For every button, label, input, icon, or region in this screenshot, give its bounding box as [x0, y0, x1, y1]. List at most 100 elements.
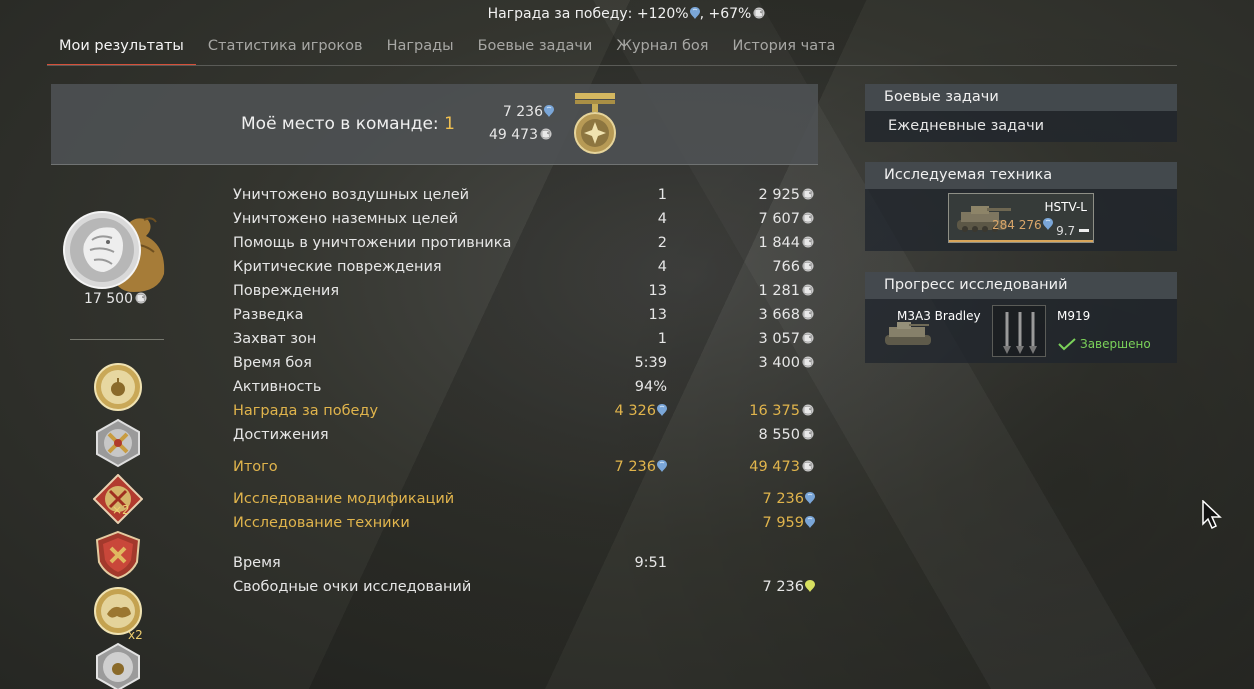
- total-rp: 7 236: [614, 459, 667, 475]
- stat-row-assists: Помощь в уничтожении противника 2 1 844: [233, 235, 815, 257]
- stat-count: 4: [657, 259, 667, 275]
- research-progress-body: M3A3 Bradley M919 Завершено: [865, 299, 1177, 363]
- free-research-points-icon: [805, 580, 815, 592]
- stat-count: 1: [657, 331, 667, 347]
- stat-reward-value: 2 925: [758, 187, 800, 203]
- stat-label: Награда за победу: [233, 403, 379, 419]
- stat-label: Критические повреждения: [233, 259, 442, 275]
- team-place-value: 1: [444, 114, 455, 134]
- research-progress-bar: [949, 240, 1093, 242]
- research-points-icon: [1043, 218, 1053, 230]
- ammo-icon: [1003, 312, 1037, 354]
- stat-row-achievements: Достижения 8 550: [233, 427, 815, 449]
- research-points-icon: [805, 492, 815, 504]
- place-rp-value: 7 236: [502, 104, 543, 120]
- research-value-number: 7 959: [762, 515, 804, 531]
- stat-reward-value: 1 844: [758, 235, 800, 251]
- stat-label: Время боя: [233, 355, 312, 371]
- stat-count: 94%: [634, 379, 667, 395]
- research-points-icon: [657, 404, 667, 416]
- stat-count: 1: [657, 187, 667, 203]
- stat-label: Уничтожено наземных целей: [233, 211, 459, 227]
- stat-reward: 16 375: [749, 403, 815, 419]
- stat-count: 2: [657, 235, 667, 251]
- stat-reward: 8 550: [758, 427, 815, 443]
- stat-label: Помощь в уничтожении противника: [233, 235, 512, 251]
- stat-label: Повреждения: [233, 283, 340, 299]
- country-flag-icon: [1079, 229, 1089, 232]
- battle-tasks-title: Боевые задачи: [865, 84, 1177, 111]
- team-place-label: Моё место в команде: 1: [241, 114, 455, 134]
- vehicle-rp-value: 284 276: [992, 218, 1042, 232]
- silver-lions-icon: [801, 460, 815, 472]
- team-place-text: Моё место в команде:: [241, 114, 445, 134]
- achievement-badge-bomb-silver-icon[interactable]: [93, 642, 143, 689]
- stat-reward-value: 8 550: [758, 427, 800, 443]
- time-label: Время: [233, 555, 281, 571]
- silver-lions-icon: [801, 332, 815, 344]
- achievement-badge-bomb-icon[interactable]: [93, 362, 143, 412]
- stat-reward-value: 3 400: [758, 355, 800, 371]
- stat-row-activity: Активность 94%: [233, 379, 815, 401]
- silver-lions-icon: [801, 308, 815, 320]
- stat-label: Достижения: [233, 427, 329, 443]
- achievement-badge-shield-icon[interactable]: [93, 530, 143, 580]
- stat-row-air-kills: Уничтожено воздушных целей 1 2 925: [233, 187, 815, 209]
- win-reward-header: Награда за победу: +120% , +67%: [0, 6, 1254, 22]
- stat-row-critical-damage: Критические повреждения 4 766: [233, 259, 815, 281]
- stat-count: 13: [648, 283, 667, 299]
- tabs-divider: [47, 65, 1177, 66]
- tab-rewards[interactable]: Награды: [375, 34, 466, 66]
- stat-reward-value: 766: [772, 259, 800, 275]
- stat-reward: 2 925: [758, 187, 815, 203]
- stat-row-win-reward: Награда за победу 4 326 16 375: [233, 403, 815, 425]
- tab-chat-history[interactable]: История чата: [721, 34, 848, 66]
- research-label: Исследование техники: [233, 515, 410, 531]
- stat-label: Уничтожено воздушных целей: [233, 187, 470, 203]
- tab-player-stats[interactable]: Статистика игроков: [196, 34, 375, 66]
- stat-row-scouting: Разведка 13 3 668: [233, 307, 815, 329]
- m919-ammo-icon[interactable]: [992, 305, 1046, 357]
- research-points-icon: [657, 460, 667, 472]
- stat-count: 5:39: [634, 355, 667, 371]
- bradley-vehicle-icon[interactable]: [883, 319, 935, 351]
- checkmark-icon: [1058, 338, 1076, 351]
- stat-row-total: Итого 7 236 49 473: [233, 459, 815, 481]
- total-sl-value: 49 473: [749, 459, 800, 475]
- time-value: 9:51: [634, 555, 667, 571]
- silver-lions-icon: [801, 260, 815, 272]
- tab-battle-log[interactable]: Журнал боя: [604, 34, 720, 66]
- progress-item-bradley: M3A3 Bradley: [897, 309, 981, 323]
- place-sl-total: 49 473: [489, 127, 553, 143]
- stat-count: 13: [648, 307, 667, 323]
- stat-reward: 3 057: [758, 331, 815, 347]
- tab-bar: Мои результаты Статистика игроков Наград…: [47, 34, 847, 66]
- silver-lions-icon: [801, 188, 815, 200]
- stat-row-damage: Повреждения 13 1 281: [233, 283, 815, 305]
- research-value-number: 7 236: [762, 491, 804, 507]
- research-progress-title: Прогресс исследований: [865, 272, 1177, 299]
- silver-lions-icon: [752, 7, 766, 19]
- progress-status: Завершено: [1080, 337, 1151, 351]
- mouse-cursor-icon: [1202, 500, 1222, 530]
- place-sl-value: 49 473: [489, 127, 538, 143]
- stat-row-battle-time: Время боя 5:39 3 400: [233, 355, 815, 377]
- golden-eagles-value: 17 500: [84, 291, 133, 307]
- researched-vehicle-panel: Исследуемая техника HSTV-L 284 276 9.7: [865, 162, 1177, 251]
- daily-tasks-link[interactable]: Ежедневные задачи: [865, 111, 1177, 142]
- silver-lions-icon: [134, 292, 148, 304]
- achievement-badge-crossed-tools-icon[interactable]: [93, 418, 143, 468]
- tab-battle-tasks[interactable]: Боевые задачи: [466, 34, 605, 66]
- stat-label: Разведка: [233, 307, 304, 323]
- stat-count-value: 4 326: [614, 403, 656, 419]
- golden-eagles-icon: [63, 211, 165, 292]
- win-reward-text-2: , +67%: [699, 6, 752, 22]
- tab-my-results[interactable]: Мои результаты: [47, 34, 196, 66]
- research-label: Исследование модификаций: [233, 491, 455, 507]
- stat-reward: 766: [772, 259, 815, 275]
- free-rp-number: 7 236: [762, 579, 804, 595]
- badge-multiplier-2: x2: [128, 628, 143, 642]
- silver-lions-icon: [539, 128, 553, 140]
- vehicle-card-hstv-l[interactable]: HSTV-L 284 276 9.7: [948, 193, 1094, 243]
- stat-count-rp: 4 326: [614, 403, 667, 419]
